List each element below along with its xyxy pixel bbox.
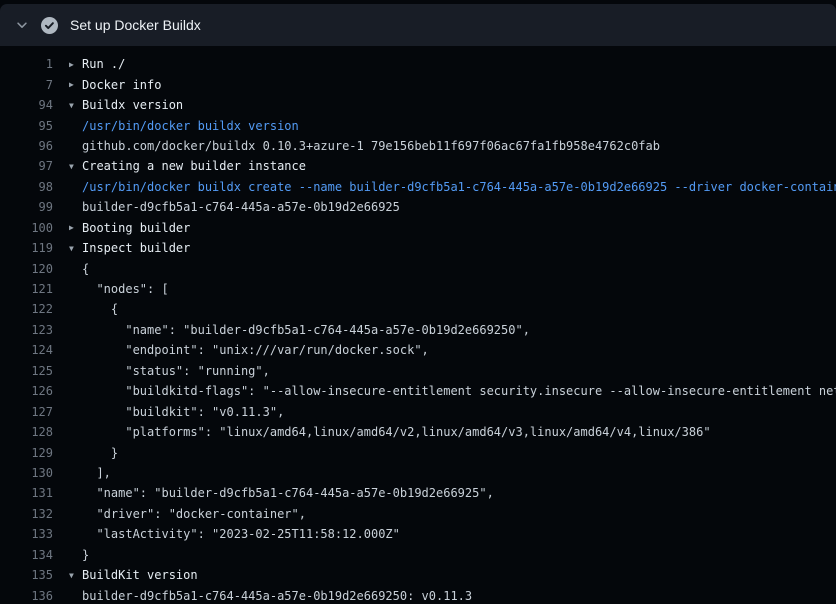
log-line: 95/usr/bin/docker buildx version — [0, 115, 836, 135]
output-text: "name": "builder-d9cfb5a1-c764-445a-a57e… — [82, 323, 530, 337]
log-lines: 1▶Run ./7▶Docker info94▼Buildx version95… — [0, 46, 836, 604]
line-number[interactable]: 96 — [0, 139, 53, 153]
group-title: Inspect builder — [82, 241, 190, 255]
log-line: 127 "buildkit": "v0.11.3", — [0, 401, 836, 421]
line-number[interactable]: 94 — [0, 98, 53, 112]
step-header[interactable]: Set up Docker Buildx — [0, 4, 836, 46]
command-text: /usr/bin/docker buildx create --name bui… — [82, 180, 836, 194]
output-text: "buildkit": "v0.11.3", — [82, 405, 284, 419]
log-viewer: Set up Docker Buildx 1▶Run ./7▶Docker in… — [0, 4, 836, 604]
log-line: 121 "nodes": [ — [0, 279, 836, 299]
output-text: "status": "running", — [82, 364, 270, 378]
output-text: "platforms": "linux/amd64,linux/amd64/v2… — [82, 425, 711, 439]
log-line: 99 builder-d9cfb5a1-c764-445a-a57e-0b19d2… — [0, 197, 836, 217]
line-number[interactable]: 128 — [0, 425, 53, 439]
check-circle-icon — [41, 17, 58, 34]
triangle-down-icon[interactable]: ▼ — [69, 244, 82, 253]
line-number[interactable]: 122 — [0, 302, 53, 316]
line-number[interactable]: 134 — [0, 548, 53, 562]
log-line: 134} — [0, 545, 836, 565]
line-number[interactable]: 136 — [0, 589, 53, 603]
output-text: } — [82, 548, 89, 562]
log-line[interactable]: 94 ▼Buildx version — [0, 95, 836, 115]
log-line: 124 "endpoint": "unix:///var/run/docker.… — [0, 340, 836, 360]
triangle-down-icon[interactable]: ▼ — [69, 101, 82, 110]
output-text: "name": "builder-d9cfb5a1-c764-445a-a57e… — [82, 486, 494, 500]
log-line: 128 "platforms": "linux/amd64,linux/amd6… — [0, 422, 836, 442]
log-line: 133 "lastActivity": "2023-02-25T11:58:12… — [0, 524, 836, 544]
log-line[interactable]: 7 ▶Docker info — [0, 74, 836, 94]
log-line: 131 "name": "builder-d9cfb5a1-c764-445a-… — [0, 483, 836, 503]
group-title: BuildKit version — [82, 568, 198, 582]
output-text: "lastActivity": "2023-02-25T11:58:12.000… — [82, 527, 400, 541]
line-number[interactable]: 120 — [0, 262, 53, 276]
chevron-down-icon[interactable] — [13, 16, 31, 34]
log-line: 98/usr/bin/docker buildx create --name b… — [0, 177, 836, 197]
output-text: builder-d9cfb5a1-c764-445a-a57e-0b19d2e6… — [82, 589, 472, 603]
log-line: 130 ], — [0, 463, 836, 483]
log-line: 96 github.com/docker/buildx 0.10.3+azure-… — [0, 136, 836, 156]
output-text: ], — [82, 466, 111, 480]
output-text: { — [82, 262, 89, 276]
line-number[interactable]: 126 — [0, 384, 53, 398]
log-line[interactable]: 97 ▼Creating a new builder instance — [0, 156, 836, 176]
command-text: /usr/bin/docker buildx version — [82, 119, 299, 133]
log-line: 132 "driver": "docker-container", — [0, 504, 836, 524]
group-title: Creating a new builder instance — [82, 159, 306, 173]
output-text: "nodes": [ — [82, 282, 169, 296]
line-number[interactable]: 7 — [0, 78, 53, 92]
line-number[interactable]: 99 — [0, 200, 53, 214]
output-text: "endpoint": "unix:///var/run/docker.sock… — [82, 343, 429, 357]
log-line: 120 { — [0, 258, 836, 278]
group-title: Docker info — [82, 78, 161, 92]
line-number[interactable]: 1 — [0, 57, 53, 71]
line-number[interactable]: 129 — [0, 446, 53, 460]
log-line[interactable]: 100 ▶Booting builder — [0, 218, 836, 238]
output-text: { — [82, 302, 118, 316]
step-title: Set up Docker Buildx — [70, 17, 201, 33]
line-number[interactable]: 97 — [0, 159, 53, 173]
line-number[interactable]: 127 — [0, 405, 53, 419]
line-number[interactable]: 135 — [0, 568, 53, 582]
line-number[interactable]: 100 — [0, 221, 53, 235]
triangle-down-icon[interactable]: ▼ — [69, 162, 82, 171]
output-text: "buildkitd-flags": "--allow-insecure-ent… — [82, 384, 836, 398]
line-number[interactable]: 98 — [0, 180, 53, 194]
group-title: Booting builder — [82, 221, 190, 235]
log-line[interactable]: 135 ▼BuildKit version — [0, 565, 836, 585]
line-number[interactable]: 95 — [0, 119, 53, 133]
log-line: 126 "buildkitd-flags": "--allow-insecure… — [0, 381, 836, 401]
line-number[interactable]: 132 — [0, 507, 53, 521]
group-title: Buildx version — [82, 98, 183, 112]
output-text: github.com/docker/buildx 0.10.3+azure-1 … — [82, 139, 660, 153]
log-line: 125 "status": "running", — [0, 361, 836, 381]
triangle-right-icon[interactable]: ▶ — [69, 60, 82, 69]
log-line: 129 } — [0, 442, 836, 462]
output-text: "driver": "docker-container", — [82, 507, 306, 521]
log-line[interactable]: 119 ▼Inspect builder — [0, 238, 836, 258]
line-number[interactable]: 124 — [0, 343, 53, 357]
triangle-right-icon[interactable]: ▶ — [69, 223, 82, 232]
log-line: 122 { — [0, 299, 836, 319]
log-line[interactable]: 1 ▶Run ./ — [0, 54, 836, 74]
line-number[interactable]: 121 — [0, 282, 53, 296]
line-number[interactable]: 123 — [0, 323, 53, 337]
output-text: builder-d9cfb5a1-c764-445a-a57e-0b19d2e6… — [82, 200, 400, 214]
group-title: Run ./ — [82, 57, 125, 71]
line-number[interactable]: 131 — [0, 486, 53, 500]
triangle-right-icon[interactable]: ▶ — [69, 80, 82, 89]
line-number[interactable]: 125 — [0, 364, 53, 378]
triangle-down-icon[interactable]: ▼ — [69, 571, 82, 580]
log-line: 136 builder-d9cfb5a1-c764-445a-a57e-0b19d… — [0, 585, 836, 604]
line-number[interactable]: 133 — [0, 527, 53, 541]
line-number[interactable]: 119 — [0, 241, 53, 255]
output-text: } — [82, 446, 118, 460]
line-number[interactable]: 130 — [0, 466, 53, 480]
log-line: 123 "name": "builder-d9cfb5a1-c764-445a-… — [0, 320, 836, 340]
